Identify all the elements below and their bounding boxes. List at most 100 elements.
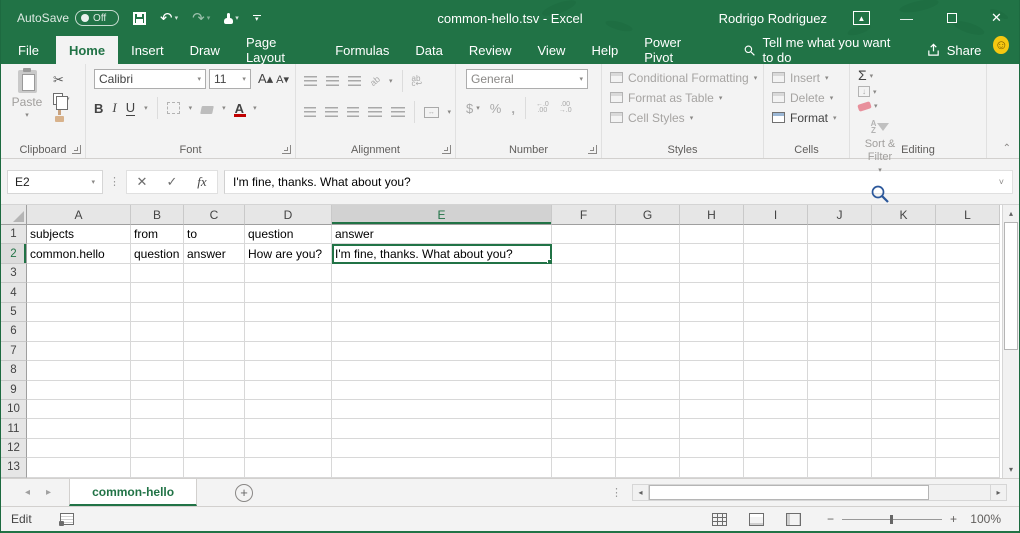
tab-page-layout[interactable]: Page Layout [233, 36, 322, 64]
insert-cells-button[interactable]: Insert▾ [772, 70, 849, 85]
fill-color-dropdown[interactable]: ▾ [222, 104, 226, 112]
cell-A4[interactable] [27, 283, 131, 302]
cell-F2[interactable] [552, 244, 616, 263]
cell-A13[interactable] [27, 458, 131, 477]
cell-G11[interactable] [616, 419, 680, 438]
autosum-button[interactable]: Σ▾ [858, 69, 986, 82]
cell-G7[interactable] [616, 342, 680, 361]
cell-B10[interactable] [131, 400, 184, 419]
cell-J13[interactable] [808, 458, 872, 477]
cell-C10[interactable] [184, 400, 245, 419]
redo-button[interactable]: ↷▾ [192, 11, 210, 26]
cell-E6[interactable] [332, 322, 552, 341]
cell-A5[interactable] [27, 303, 131, 322]
cell-B9[interactable] [131, 381, 184, 400]
cell-E12[interactable] [332, 439, 552, 458]
decrease-indent-button[interactable] [368, 107, 382, 117]
scroll-left-icon[interactable]: ◂ [632, 484, 649, 501]
save-icon[interactable] [133, 12, 146, 25]
touch-mouse-mode-button[interactable]: ▾ [224, 13, 239, 24]
cell-F6[interactable] [552, 322, 616, 341]
orientation-button[interactable]: ab [368, 74, 382, 88]
cell-L3[interactable] [936, 264, 1000, 283]
row-header-7[interactable]: 7 [1, 342, 27, 361]
cell-I1[interactable] [744, 225, 808, 244]
cell-J2[interactable] [808, 244, 872, 263]
vertical-scrollbar[interactable]: ▴ ▾ [1002, 205, 1019, 478]
cell-F10[interactable] [552, 400, 616, 419]
horizontal-scrollbar[interactable]: ◂ ▸ [632, 484, 1007, 501]
cell-G4[interactable] [616, 283, 680, 302]
accounting-format-button[interactable]: $ [466, 101, 473, 116]
cell-K10[interactable] [872, 400, 936, 419]
horizontal-scroll-track[interactable] [649, 484, 990, 501]
cell-H11[interactable] [680, 419, 744, 438]
italic-button[interactable]: I [112, 100, 116, 116]
cell-D2[interactable]: How are you? [245, 244, 332, 263]
tab-data[interactable]: Data [402, 36, 455, 64]
cell-A11[interactable] [27, 419, 131, 438]
row-header-12[interactable]: 12 [1, 439, 27, 458]
cell-D7[interactable] [245, 342, 332, 361]
cell-E4[interactable] [332, 283, 552, 302]
cell-D5[interactable] [245, 303, 332, 322]
cell-E10[interactable] [332, 400, 552, 419]
column-header-B[interactable]: B [131, 205, 184, 225]
cell-H2[interactable] [680, 244, 744, 263]
align-left-button[interactable] [304, 107, 316, 117]
cell-K6[interactable] [872, 322, 936, 341]
cell-H13[interactable] [680, 458, 744, 477]
cell-B5[interactable] [131, 303, 184, 322]
cell-C4[interactable] [184, 283, 245, 302]
cell-L4[interactable] [936, 283, 1000, 302]
expand-formula-bar-icon[interactable]: ˅ [999, 177, 1004, 187]
cell-I3[interactable] [744, 264, 808, 283]
column-header-F[interactable]: F [552, 205, 616, 225]
alignment-dialog-launcher[interactable] [442, 145, 451, 154]
cell-H6[interactable] [680, 322, 744, 341]
clipboard-dialog-launcher[interactable] [72, 145, 81, 154]
cell-D1[interactable]: question [245, 225, 332, 244]
tab-insert[interactable]: Insert [118, 36, 177, 64]
insert-function-button[interactable]: fx [187, 174, 217, 190]
fill-handle[interactable] [547, 259, 552, 264]
font-name-combo[interactable]: Calibri▾ [94, 69, 206, 89]
cell-L10[interactable] [936, 400, 1000, 419]
cell-I6[interactable] [744, 322, 808, 341]
cell-K9[interactable] [872, 381, 936, 400]
cell-J4[interactable] [808, 283, 872, 302]
cell-G2[interactable] [616, 244, 680, 263]
cell-B7[interactable] [131, 342, 184, 361]
cell-H1[interactable] [680, 225, 744, 244]
grow-font-button[interactable]: A▴ [258, 71, 273, 87]
horizontal-scroll-thumb[interactable] [649, 485, 929, 500]
zoom-out-button[interactable]: − [827, 512, 834, 526]
cell-E7[interactable] [332, 342, 552, 361]
vertical-scroll-thumb[interactable] [1004, 222, 1018, 350]
tab-home[interactable]: Home [56, 36, 118, 64]
row-header-6[interactable]: 6 [1, 322, 27, 341]
cell-H12[interactable] [680, 439, 744, 458]
column-header-K[interactable]: K [872, 205, 936, 225]
cell-A7[interactable] [27, 342, 131, 361]
column-header-D[interactable]: D [245, 205, 332, 225]
cell-F3[interactable] [552, 264, 616, 283]
cell-E13[interactable] [332, 458, 552, 477]
underline-button[interactable]: U [126, 100, 135, 116]
cell-I8[interactable] [744, 361, 808, 380]
column-header-L[interactable]: L [936, 205, 1000, 225]
shrink-font-button[interactable]: A▾ [276, 73, 289, 86]
cell-F12[interactable] [552, 439, 616, 458]
customize-quick-access-button[interactable]: ▾ [253, 15, 261, 22]
tab-view[interactable]: View [525, 36, 579, 64]
cell-I7[interactable] [744, 342, 808, 361]
cell-H4[interactable] [680, 283, 744, 302]
column-header-G[interactable]: G [616, 205, 680, 225]
page-break-preview-button[interactable] [786, 513, 801, 526]
cell-G10[interactable] [616, 400, 680, 419]
align-right-button[interactable] [347, 107, 359, 117]
cell-B1[interactable]: from [131, 225, 184, 244]
cell-J6[interactable] [808, 322, 872, 341]
sheet-next-icon[interactable]: ▸ [46, 487, 51, 498]
cell-C11[interactable] [184, 419, 245, 438]
